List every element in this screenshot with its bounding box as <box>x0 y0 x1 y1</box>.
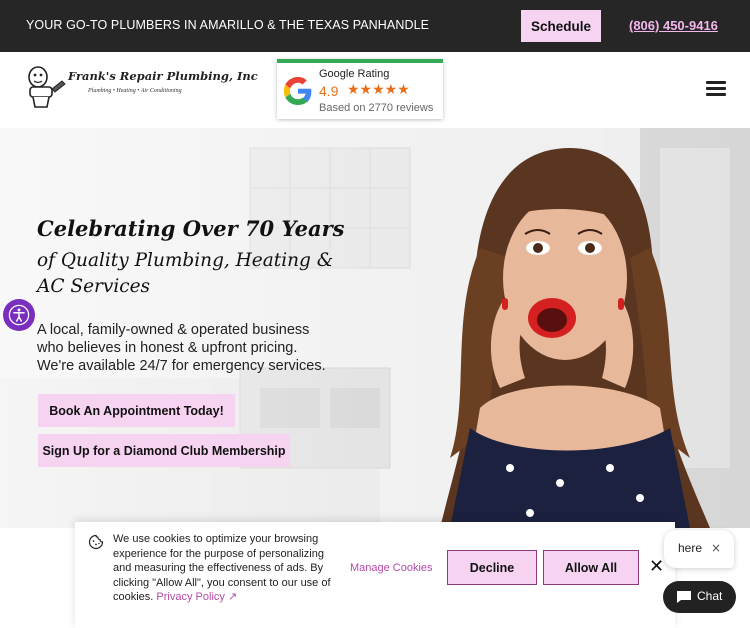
chat-greeting-text: here <box>678 541 703 555</box>
cookie-message: We use cookies to optimize your browsing… <box>113 532 335 605</box>
chat-button[interactable]: Chat <box>663 581 736 613</box>
chat-bubble-icon <box>677 591 691 603</box>
rating-title: Google Rating <box>319 68 390 80</box>
cookie-banner: We use cookies to optimize your browsing… <box>75 522 675 628</box>
google-rating-badge[interactable]: Google Rating 4.9 ★★★★★ Based on 2770 re… <box>277 59 443 119</box>
rating-score: 4.9 <box>319 83 339 99</box>
toilet-mascot-icon <box>28 66 66 108</box>
hero-subheadline: of Quality Plumbing, Heating & AC Servic… <box>37 250 334 297</box>
company-logo[interactable]: Frank's Repair Plumbing, Inc Plumbing • … <box>24 63 258 111</box>
site-header: Frank's Repair Plumbing, Inc Plumbing • … <box>0 52 750 128</box>
decline-button[interactable]: Decline <box>447 550 537 585</box>
allow-all-button[interactable]: Allow All <box>543 550 639 585</box>
hero-section: Celebrating Over 70 Years of Quality Plu… <box>0 128 750 528</box>
hero-headline: Celebrating Over 70 Years <box>37 216 345 241</box>
logo-wordmark: Frank's Repair Plumbing, Inc <box>68 69 258 83</box>
book-appointment-button[interactable]: Book An Appointment Today! <box>38 394 235 427</box>
logo-tagline: Plumbing • Heating • Air Conditioning <box>88 88 182 94</box>
hamburger-menu-icon[interactable] <box>706 81 726 97</box>
close-icon[interactable]: ✕ <box>649 558 664 576</box>
chat-bubble-close-icon[interactable]: × <box>711 541 721 555</box>
accessibility-button[interactable] <box>3 299 35 331</box>
cookie-icon <box>88 534 104 550</box>
rating-count: Based on 2770 reviews <box>319 102 434 114</box>
surprised-woman-image <box>440 148 710 528</box>
top-bar: YOUR GO-TO PLUMBERS IN AMARILLO & THE TE… <box>0 0 750 52</box>
accessibility-icon <box>8 304 30 326</box>
chat-greeting-bubble[interactable]: here × <box>664 530 734 568</box>
tagline: YOUR GO-TO PLUMBERS IN AMARILLO & THE TE… <box>26 18 430 32</box>
phone-link[interactable]: (806) 450-9416 <box>629 18 718 33</box>
manage-cookies-link[interactable]: Manage Cookies <box>350 562 433 574</box>
privacy-policy-link[interactable]: Privacy Policy ↗ <box>156 591 237 603</box>
rating-stars: ★★★★★ <box>347 82 410 98</box>
hero-description: A local, family-owned & operated busines… <box>37 322 326 374</box>
schedule-button[interactable]: Schedule <box>521 10 601 42</box>
chat-label: Chat <box>697 589 723 603</box>
diamond-club-button[interactable]: Sign Up for a Diamond Club Membership <box>38 434 290 467</box>
google-g-icon <box>284 77 312 105</box>
